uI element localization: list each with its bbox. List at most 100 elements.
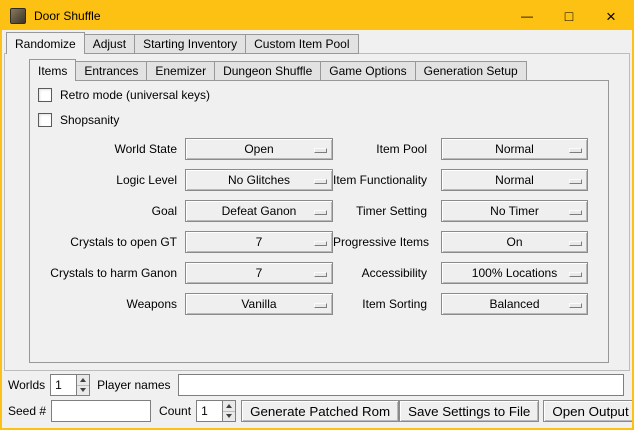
maximize-button[interactable]: □ bbox=[548, 2, 590, 30]
count-spin-down-button[interactable] bbox=[223, 412, 235, 422]
tab-game-options[interactable]: Game Options bbox=[320, 61, 415, 81]
tab-adjust[interactable]: Adjust bbox=[84, 34, 135, 54]
progressive-items-label: Progressive Items bbox=[333, 231, 435, 253]
spinner-down-icon bbox=[80, 388, 86, 392]
accessibility-value: 100% Locations bbox=[472, 266, 557, 280]
worlds-spin-up-button[interactable] bbox=[77, 375, 89, 386]
item-functionality-value: Normal bbox=[495, 173, 534, 187]
progressive-items-dropdown[interactable]: On bbox=[441, 231, 588, 253]
seed-row: Seed # Count 1 Generate Patched Rom Save… bbox=[4, 400, 630, 422]
minimize-icon: — bbox=[521, 10, 533, 22]
items-tab-panel: Retro mode (universal keys) Shopsanity W… bbox=[29, 80, 609, 363]
spinner-down-icon bbox=[226, 414, 232, 418]
timer-setting-dropdown[interactable]: No Timer bbox=[441, 200, 588, 222]
spinner-up-icon bbox=[80, 378, 86, 382]
item-pool-value: Normal bbox=[495, 142, 534, 156]
form-row: Goal Defeat Ganon Timer Setting No Timer bbox=[38, 200, 608, 222]
dropdown-indicator-icon bbox=[569, 179, 582, 184]
maximize-icon: □ bbox=[565, 9, 573, 23]
bottom-bar: Worlds 1 Player names Seed # Count 1 bbox=[4, 370, 630, 422]
count-spin-up-button[interactable] bbox=[223, 401, 235, 412]
timer-setting-value: No Timer bbox=[490, 204, 539, 218]
dropdown-indicator-icon bbox=[314, 148, 327, 153]
form-row: Weapons Vanilla Item Sorting Balanced bbox=[38, 293, 608, 315]
form-row: World State Open Item Pool Normal bbox=[38, 138, 608, 160]
tab-items[interactable]: Items bbox=[29, 59, 76, 81]
shopsanity-checkbox[interactable] bbox=[38, 113, 52, 127]
weapons-value: Vanilla bbox=[241, 297, 276, 311]
item-sorting-value: Balanced bbox=[489, 297, 539, 311]
close-button[interactable]: × bbox=[590, 2, 632, 30]
weapons-label: Weapons bbox=[38, 293, 185, 315]
minimize-button[interactable]: — bbox=[506, 2, 548, 30]
progressive-items-value: On bbox=[506, 235, 522, 249]
shopsanity-label: Shopsanity bbox=[60, 113, 119, 127]
titlebar[interactable]: Door Shuffle — □ × bbox=[2, 2, 632, 30]
seed-label: Seed # bbox=[8, 404, 46, 418]
item-functionality-label: Item Functionality bbox=[333, 169, 435, 191]
main-tab-bar: Randomize Adjust Starting Inventory Cust… bbox=[6, 32, 358, 54]
weapons-dropdown[interactable]: Vanilla bbox=[185, 293, 333, 315]
worlds-spin-down-button[interactable] bbox=[77, 386, 89, 396]
item-sorting-label: Item Sorting bbox=[333, 293, 435, 315]
dropdown-indicator-icon bbox=[569, 241, 582, 246]
form-row: Crystals to open GT 7 Progressive Items … bbox=[38, 231, 608, 253]
randomize-tab-panel: Items Entrances Enemizer Dungeon Shuffle… bbox=[4, 53, 630, 371]
save-settings-button[interactable]: Save Settings to File bbox=[399, 400, 539, 422]
tab-randomize[interactable]: Randomize bbox=[6, 32, 85, 54]
window-controls: — □ × bbox=[506, 2, 632, 30]
world-state-dropdown[interactable]: Open bbox=[185, 138, 333, 160]
form-row: Logic Level No Glitches Item Functionali… bbox=[38, 169, 608, 191]
retro-mode-checkbox[interactable] bbox=[38, 88, 52, 102]
generate-patched-rom-button[interactable]: Generate Patched Rom bbox=[241, 400, 399, 422]
player-names-label: Player names bbox=[97, 378, 170, 392]
worlds-value: 1 bbox=[51, 375, 76, 395]
worlds-spin-buttons bbox=[76, 375, 89, 395]
crystals-open-gt-dropdown[interactable]: 7 bbox=[185, 231, 333, 253]
tab-custom-item-pool[interactable]: Custom Item Pool bbox=[245, 34, 358, 54]
item-pool-label: Item Pool bbox=[333, 138, 435, 160]
dropdown-indicator-icon bbox=[314, 303, 327, 308]
crystals-open-gt-value: 7 bbox=[256, 235, 263, 249]
dropdown-indicator-icon bbox=[569, 148, 582, 153]
tab-entrances[interactable]: Entrances bbox=[75, 61, 147, 81]
tab-dungeon-shuffle[interactable]: Dungeon Shuffle bbox=[214, 61, 321, 81]
worlds-row: Worlds 1 Player names bbox=[4, 374, 630, 396]
logic-level-dropdown[interactable]: No Glitches bbox=[185, 169, 333, 191]
count-spinbox[interactable]: 1 bbox=[196, 400, 236, 422]
sub-tab-bar: Items Entrances Enemizer Dungeon Shuffle… bbox=[29, 59, 526, 81]
tab-generation-setup[interactable]: Generation Setup bbox=[415, 61, 527, 81]
item-sorting-dropdown[interactable]: Balanced bbox=[441, 293, 588, 315]
world-state-value: Open bbox=[244, 142, 273, 156]
logic-level-value: No Glitches bbox=[228, 173, 290, 187]
world-state-label: World State bbox=[38, 138, 185, 160]
accessibility-label: Accessibility bbox=[333, 262, 435, 284]
app-icon bbox=[10, 8, 26, 24]
goal-label: Goal bbox=[38, 200, 185, 222]
dropdown-indicator-icon bbox=[314, 272, 327, 277]
item-pool-dropdown[interactable]: Normal bbox=[441, 138, 588, 160]
worlds-label: Worlds bbox=[8, 378, 45, 392]
shopsanity-checkbox-row[interactable]: Shopsanity bbox=[38, 113, 119, 127]
retro-mode-checkbox-row[interactable]: Retro mode (universal keys) bbox=[38, 88, 210, 102]
tab-starting-inventory[interactable]: Starting Inventory bbox=[134, 34, 246, 54]
player-names-input[interactable] bbox=[178, 374, 625, 396]
item-functionality-dropdown[interactable]: Normal bbox=[441, 169, 588, 191]
options-form: World State Open Item Pool Normal Logic … bbox=[38, 138, 608, 315]
count-label: Count bbox=[159, 404, 191, 418]
goal-dropdown[interactable]: Defeat Ganon bbox=[185, 200, 333, 222]
accessibility-dropdown[interactable]: 100% Locations bbox=[441, 262, 588, 284]
crystals-open-gt-label: Crystals to open GT bbox=[38, 231, 185, 253]
close-icon: × bbox=[606, 8, 616, 25]
spinner-up-icon bbox=[226, 404, 232, 408]
open-output-directory-button[interactable]: Open Output Directory bbox=[543, 400, 634, 422]
seed-input[interactable] bbox=[51, 400, 151, 422]
worlds-spinbox[interactable]: 1 bbox=[50, 374, 90, 396]
goal-value: Defeat Ganon bbox=[222, 204, 297, 218]
tab-enemizer[interactable]: Enemizer bbox=[146, 61, 215, 81]
count-value: 1 bbox=[197, 401, 222, 421]
timer-setting-label: Timer Setting bbox=[333, 200, 435, 222]
door-shuffle-window: Door Shuffle — □ × Randomize Adjust Star… bbox=[0, 0, 634, 430]
crystals-harm-ganon-dropdown[interactable]: 7 bbox=[185, 262, 333, 284]
window-title: Door Shuffle bbox=[34, 9, 101, 23]
